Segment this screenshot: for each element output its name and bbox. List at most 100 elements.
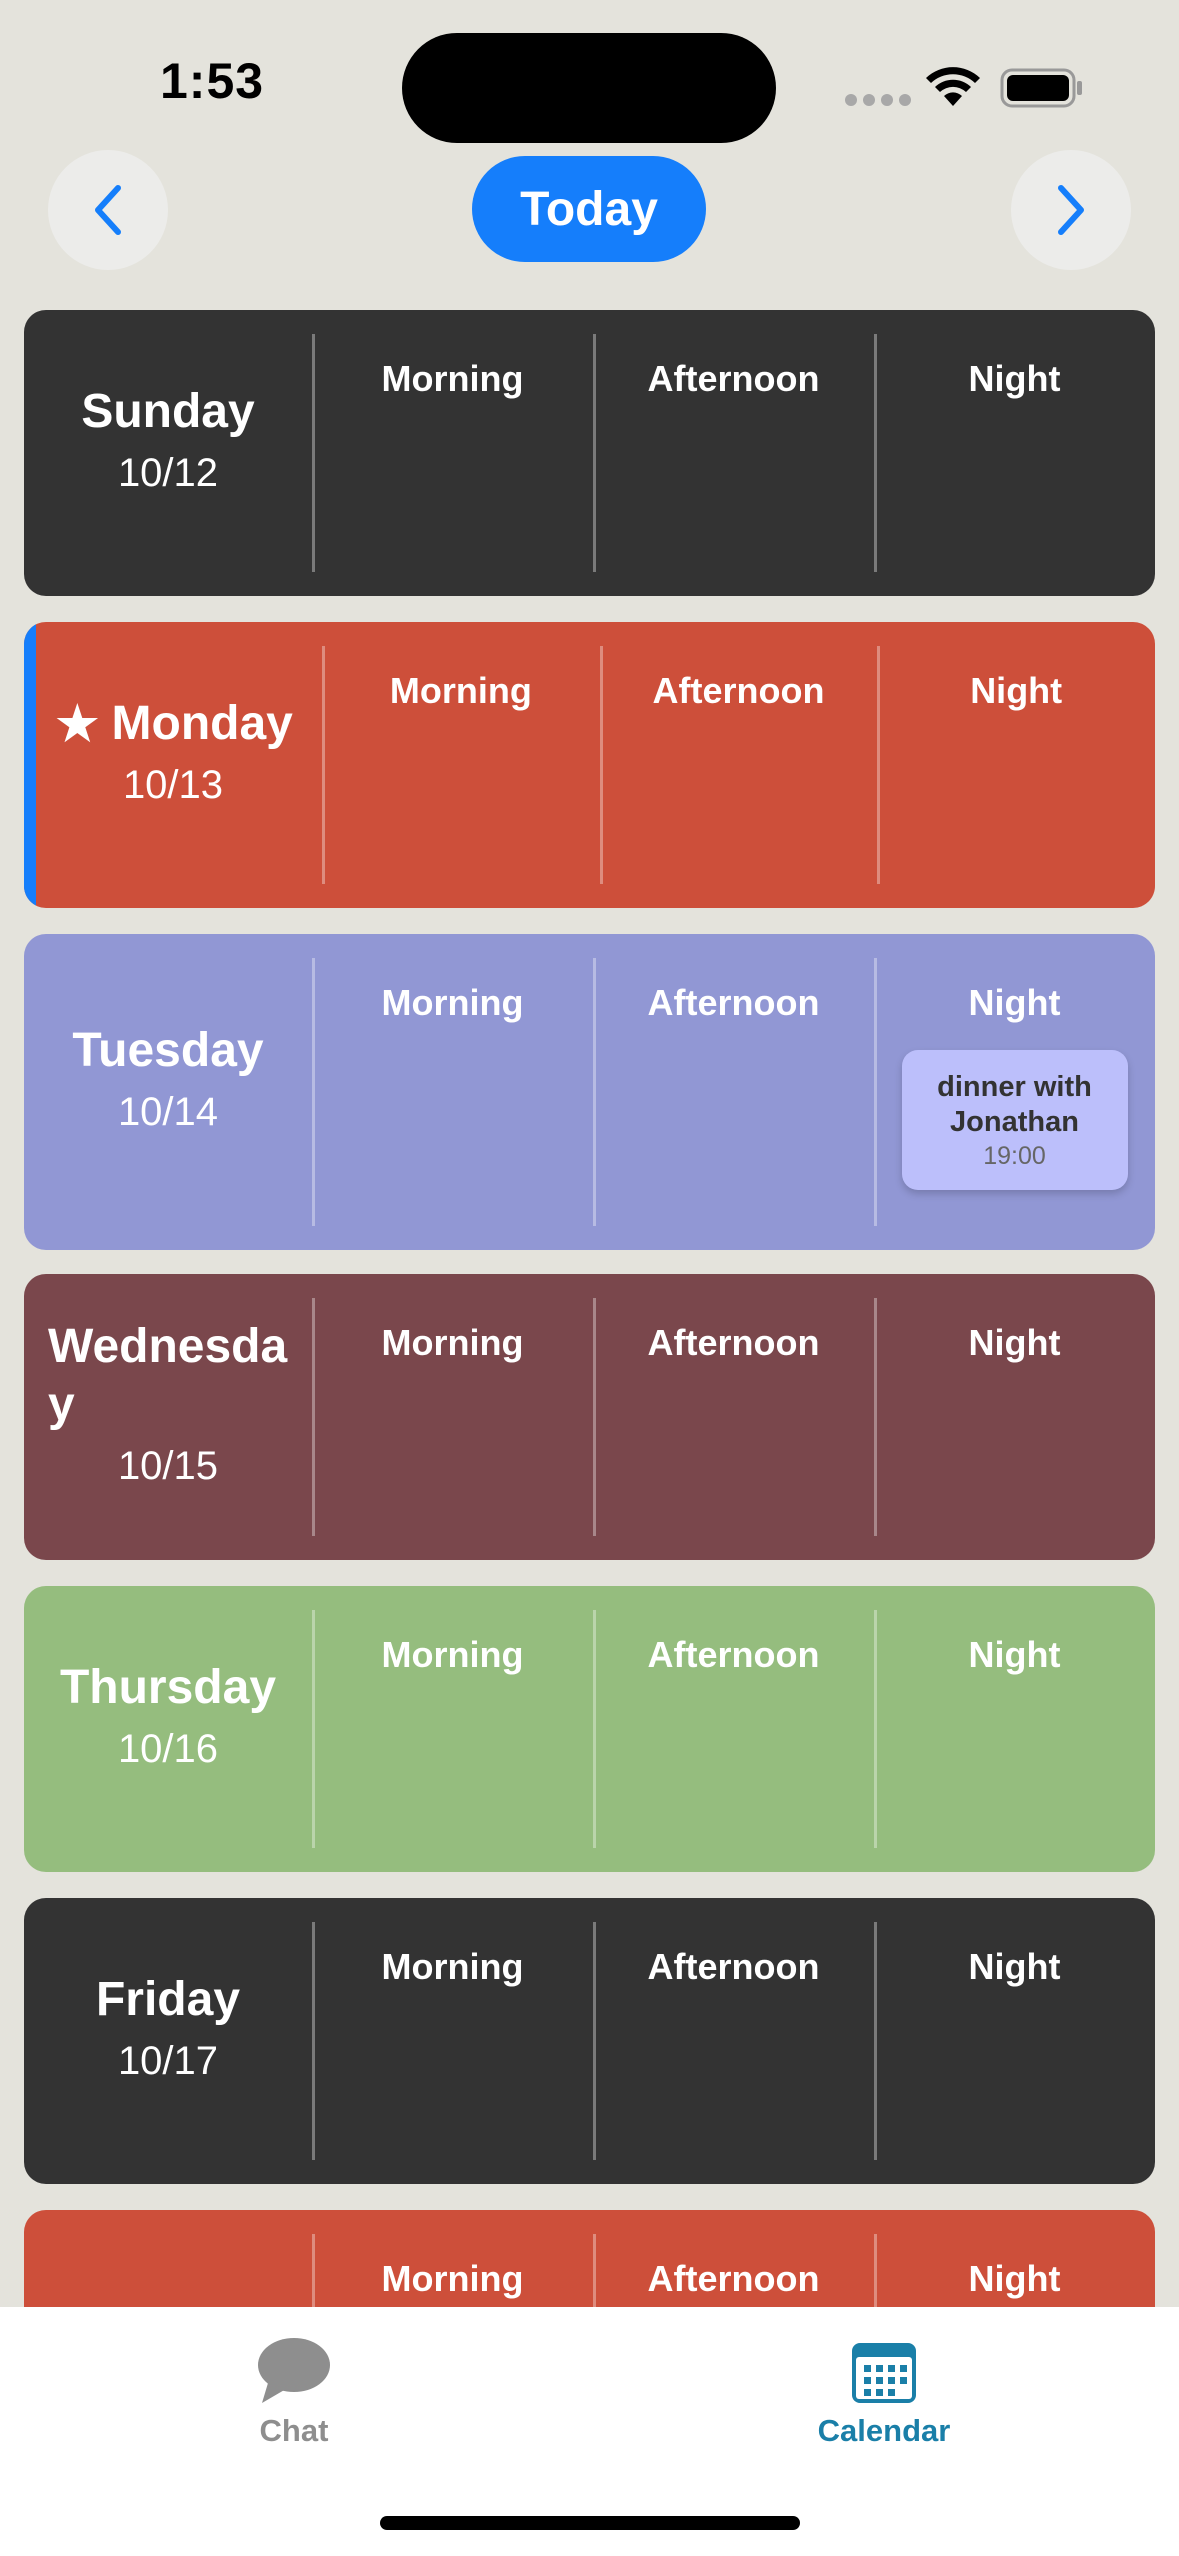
slot-morning[interactable]: Morning — [312, 310, 593, 596]
slot-divider — [877, 646, 881, 884]
slot-title: Night — [968, 358, 1061, 399]
slot-title: Afternoon — [647, 2258, 820, 2299]
day-date: 10/17 — [117, 2038, 219, 2083]
event-time: 19:00 — [983, 1141, 1046, 1170]
slot-title: Afternoon — [647, 358, 820, 399]
cellular-signal-icon — [845, 94, 911, 106]
day-card[interactable]: Thursday 10/16 Morning Afternoon Night — [24, 1586, 1155, 1872]
slot-divider — [312, 1298, 315, 1536]
slot-afternoon[interactable]: Afternoon — [593, 934, 874, 1250]
today-button[interactable]: Today — [472, 156, 706, 262]
slot-title: Night — [968, 1946, 1061, 1987]
day-name: Wednesday — [48, 1319, 288, 1431]
slot-title: Night — [968, 982, 1061, 1023]
dynamic-island — [402, 33, 776, 143]
slot-night[interactable]: Night dinner with Jonathan 19:00 — [874, 934, 1155, 1250]
slot-divider — [312, 334, 315, 572]
slot-afternoon[interactable]: Afternoon — [599, 622, 878, 908]
slot-divider — [874, 1610, 877, 1848]
day-date: 10/15 — [117, 1443, 219, 1488]
slot-divider — [312, 1610, 315, 1848]
slot-divider — [874, 334, 877, 572]
tab-calendar[interactable]: Calendar — [754, 2335, 1014, 2449]
tab-chat-label: Chat — [259, 2413, 329, 2448]
star-icon: ★ — [53, 693, 102, 754]
next-week-button[interactable] — [1011, 150, 1131, 270]
day-card[interactable]: Friday 10/17 Morning Afternoon Night — [24, 1898, 1155, 2184]
event-title: dinner with Jonathan — [937, 1070, 1092, 1138]
day-name: Friday — [95, 1972, 241, 2026]
slot-title: Afternoon — [647, 982, 820, 1023]
home-indicator — [380, 2516, 800, 2530]
slot-night[interactable]: Night — [874, 310, 1155, 596]
chevron-left-icon — [95, 185, 121, 235]
slot-morning[interactable]: Morning — [312, 934, 593, 1250]
day-name: Tuesday — [72, 1023, 264, 1077]
day-card[interactable]: Wednesday 10/15 Morning Afternoon Night — [24, 1274, 1155, 1560]
slot-afternoon[interactable]: Afternoon — [593, 1274, 874, 1560]
slot-morning[interactable]: Morning — [312, 1898, 593, 2184]
day-date: 10/16 — [117, 1726, 219, 1771]
slot-morning[interactable]: Morning — [312, 1274, 593, 1560]
previous-week-button[interactable] — [48, 150, 168, 270]
slot-title: Morning — [389, 670, 532, 711]
day-label: Wednesday 10/15 — [24, 1274, 312, 1560]
day-label: ★ Monday 10/13 — [24, 622, 322, 908]
slot-divider — [874, 1298, 877, 1536]
slot-divider — [593, 1298, 596, 1536]
day-label: Tuesday 10/14 — [24, 934, 312, 1250]
slot-divider — [312, 1922, 315, 2160]
slot-title: Morning — [381, 358, 524, 399]
day-date: 10/12 — [117, 450, 219, 495]
day-label: Friday 10/17 — [24, 1898, 312, 2184]
slot-morning[interactable]: Morning — [322, 622, 600, 908]
slot-morning[interactable]: Morning — [312, 1586, 593, 1872]
slot-night[interactable]: Night — [874, 1274, 1155, 1560]
slot-divider — [322, 646, 325, 884]
day-date: 10/14 — [117, 1089, 219, 1134]
slot-night[interactable]: Night — [877, 622, 1155, 908]
slot-title: Morning — [381, 982, 524, 1023]
slot-divider — [599, 646, 603, 884]
slot-afternoon[interactable]: Afternoon — [593, 1898, 874, 2184]
slot-title: Night — [968, 2258, 1061, 2299]
day-name: Sunday — [81, 384, 255, 438]
slot-title: Afternoon — [647, 1946, 820, 1987]
battery-icon — [1000, 68, 1082, 108]
status-time: 1:53 — [160, 53, 265, 109]
chat-bubble-icon — [258, 2338, 330, 2403]
today-accent-bar — [24, 622, 36, 908]
tab-chat[interactable]: Chat — [164, 2335, 424, 2449]
day-label: Sunday 10/12 — [24, 310, 312, 596]
slot-divider — [593, 1922, 596, 2160]
wifi-icon — [926, 67, 980, 106]
slot-title: Night — [968, 1634, 1061, 1675]
slot-title: Night — [968, 1322, 1061, 1363]
slot-title: Afternoon — [647, 1322, 820, 1363]
slot-divider — [874, 1922, 877, 2160]
slot-title: Afternoon — [652, 670, 825, 711]
slot-night[interactable]: Night — [874, 1586, 1155, 1872]
slot-title: Afternoon — [647, 1634, 820, 1675]
event-chip[interactable]: dinner with Jonathan 19:00 — [901, 1050, 1128, 1190]
tab-calendar-label: Calendar — [817, 2413, 951, 2448]
day-name: Monday — [111, 696, 293, 750]
slot-divider — [874, 958, 877, 1226]
slot-divider — [593, 334, 596, 572]
day-card[interactable]: ★ Monday 10/13 Morning Afternoon Night — [24, 622, 1155, 908]
slot-divider — [312, 958, 315, 1226]
slot-divider — [593, 1610, 596, 1848]
slot-night[interactable]: Night — [874, 1898, 1155, 2184]
slot-divider — [593, 958, 596, 1226]
day-card[interactable]: Tuesday 10/14 Morning Afternoon Night dinner … — [24, 934, 1155, 1250]
day-date: 10/13 — [122, 762, 224, 807]
calendar-icon — [852, 2343, 916, 2403]
chevron-right-icon — [1058, 185, 1084, 235]
slot-title: Night — [970, 670, 1063, 711]
slot-afternoon[interactable]: Afternoon — [593, 310, 874, 596]
day-card[interactable]: Sunday 10/12 Morning Afternoon Night — [24, 310, 1155, 596]
day-name: Thursday — [59, 1660, 277, 1714]
slot-title: Morning — [381, 1634, 524, 1675]
slot-title: Morning — [381, 2258, 524, 2299]
slot-afternoon[interactable]: Afternoon — [593, 1586, 874, 1872]
